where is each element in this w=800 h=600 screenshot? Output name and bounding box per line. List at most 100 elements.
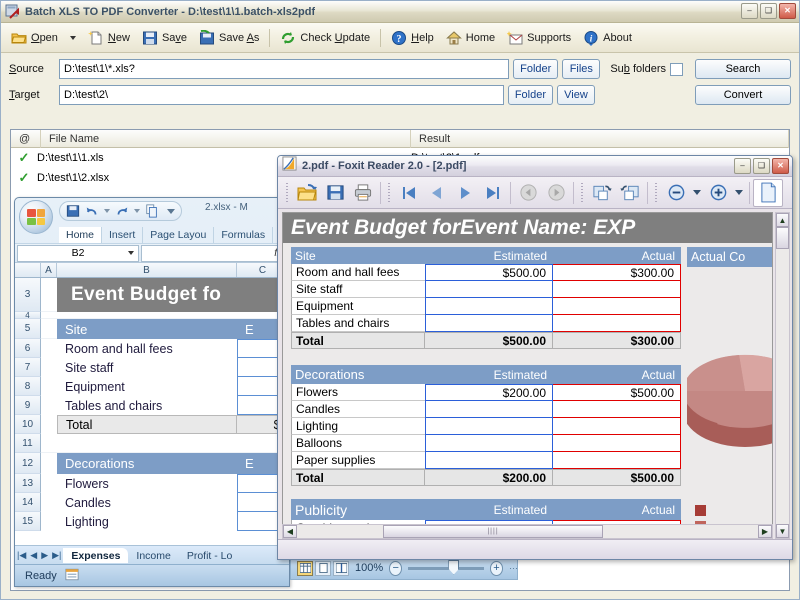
- excel-row[interactable]: 13 Flowers: [15, 474, 289, 493]
- excel-grid[interactable]: A B C 3 Event Budget fo 4 5 Site E 6: [15, 263, 289, 545]
- sheet-tab-profit-loss[interactable]: Profit - Lo: [179, 548, 241, 563]
- previous-sheet-icon[interactable]: ◀: [28, 550, 39, 561]
- search-button[interactable]: Search: [695, 59, 791, 79]
- home-button[interactable]: Home: [440, 26, 501, 50]
- floppy-save-icon[interactable]: [66, 204, 80, 218]
- excel-record-macro-icon[interactable]: [65, 568, 79, 584]
- redo-dropdown-icon[interactable]: [134, 209, 140, 213]
- open-button[interactable]: Open: [5, 26, 82, 50]
- first-sheet-icon[interactable]: |◀: [15, 550, 28, 561]
- excel-row[interactable]: 8 Equipment: [15, 377, 289, 396]
- maximize-button[interactable]: ❑: [760, 3, 777, 19]
- copy-icon[interactable]: [145, 204, 159, 218]
- excel-total-cell[interactable]: Total: [57, 415, 237, 434]
- convert-button[interactable]: Convert: [695, 85, 791, 105]
- row-header[interactable]: 12: [15, 453, 41, 474]
- rotate-counterclockwise-icon[interactable]: [616, 180, 644, 206]
- column-header-filename[interactable]: File Name: [41, 130, 411, 148]
- next-sheet-icon[interactable]: ▶: [39, 550, 50, 561]
- target-view-button[interactable]: View: [557, 85, 595, 105]
- excel-banner-cell[interactable]: Event Budget fo: [57, 278, 289, 312]
- undo-dropdown-icon[interactable]: [104, 209, 110, 213]
- last-page-icon[interactable]: [479, 180, 507, 206]
- subfolders-checkbox[interactable]: [670, 63, 683, 76]
- name-box[interactable]: B2: [17, 245, 139, 262]
- row-header[interactable]: 4: [15, 312, 41, 319]
- excel-item-cell[interactable]: Lighting: [57, 512, 237, 531]
- normal-view-icon[interactable]: [297, 561, 313, 576]
- excel-item-cell[interactable]: Tables and chairs: [57, 396, 237, 415]
- rotate-clockwise-icon[interactable]: [588, 180, 616, 206]
- row-header[interactable]: 5: [15, 319, 41, 339]
- excel-row[interactable]: 7 Site staff: [15, 358, 289, 377]
- excel-row[interactable]: 15 Lighting: [15, 512, 289, 531]
- select-all-corner[interactable]: [15, 263, 41, 277]
- column-header-b[interactable]: B: [57, 263, 237, 277]
- close-button[interactable]: ✕: [779, 3, 796, 19]
- zoom-out-button[interactable]: −: [389, 561, 402, 576]
- excel-row[interactable]: 11: [15, 434, 289, 453]
- page-break-icon[interactable]: [333, 561, 349, 576]
- sheet-tab-expenses[interactable]: Expenses: [63, 548, 128, 563]
- supports-button[interactable]: Supports: [501, 26, 577, 50]
- excel-item-cell[interactable]: Flowers: [57, 474, 237, 493]
- formula-input[interactable]: fx: [141, 245, 287, 262]
- toolbar-grip[interactable]: [285, 183, 290, 203]
- scroll-down-button[interactable]: ▼: [776, 524, 789, 538]
- zoom-in-icon[interactable]: [704, 180, 732, 206]
- folder-open-icon[interactable]: [293, 180, 321, 206]
- foxit-reader-window[interactable]: 2.pdf - Foxit Reader 2.0 - [2.pdf] – ❑ ✕: [277, 155, 793, 560]
- excel-window[interactable]: 2.xlsx - M Home Insert Page Layou Formul…: [14, 197, 290, 587]
- excel-row[interactable]: 6 Room and hall fees: [15, 339, 289, 358]
- minimize-button[interactable]: –: [741, 3, 758, 19]
- scroll-left-button[interactable]: ◀: [283, 525, 297, 538]
- page-layout-icon[interactable]: [315, 561, 331, 576]
- column-header-status[interactable]: @: [11, 130, 41, 148]
- name-box-dropdown-icon[interactable]: [128, 251, 134, 255]
- fit-page-icon[interactable]: [753, 179, 783, 207]
- row-header[interactable]: 15: [15, 512, 41, 531]
- printer-icon[interactable]: [349, 180, 377, 206]
- row-header[interactable]: 11: [15, 434, 41, 453]
- excel-item-cell[interactable]: Equipment: [57, 377, 237, 396]
- vertical-scroll-thumb[interactable]: [776, 227, 789, 249]
- pdf-page-view[interactable]: Event Budget for Event Name : EXP Site E…: [282, 212, 773, 539]
- previous-page-icon[interactable]: [423, 180, 451, 206]
- row-header[interactable]: 14: [15, 493, 41, 512]
- excel-item-cell[interactable]: Site staff: [57, 358, 237, 377]
- tab-home[interactable]: Home: [59, 227, 102, 243]
- zoom-slider[interactable]: [408, 567, 484, 570]
- zoom-slider-thumb[interactable]: [448, 560, 459, 575]
- row-header[interactable]: 10: [15, 415, 41, 434]
- office-orb-icon[interactable]: [19, 200, 53, 234]
- redo-icon[interactable]: [115, 204, 129, 218]
- save-button[interactable]: Save: [136, 26, 193, 50]
- horizontal-scroll-thumb[interactable]: ||||: [383, 525, 603, 538]
- toolbar-grip[interactable]: [580, 183, 585, 203]
- source-folder-button[interactable]: Folder: [513, 59, 558, 79]
- pdf-horizontal-scrollbar[interactable]: ◀ |||| ▶: [282, 524, 773, 539]
- tab-page-layout[interactable]: Page Layou: [143, 227, 214, 243]
- target-folder-button[interactable]: Folder: [508, 85, 553, 105]
- floppy-save-icon[interactable]: [321, 180, 349, 206]
- excel-row[interactable]: 9 Tables and chairs: [15, 396, 289, 415]
- excel-item-cell[interactable]: Candles: [57, 493, 237, 512]
- toolbar-grip[interactable]: [654, 183, 659, 203]
- zoom-in-button[interactable]: +: [490, 561, 503, 576]
- scroll-up-button[interactable]: ▲: [776, 213, 789, 227]
- row-header[interactable]: 9: [15, 396, 41, 415]
- source-files-button[interactable]: Files: [562, 59, 600, 79]
- maximize-button[interactable]: ❑: [753, 158, 770, 174]
- excel-section-cell[interactable]: Site: [57, 319, 237, 339]
- excel-row[interactable]: 12 Decorations E: [15, 453, 289, 474]
- column-header-result[interactable]: Result: [411, 130, 789, 148]
- undo-icon[interactable]: [85, 204, 99, 218]
- excel-section-cell[interactable]: Decorations: [57, 453, 237, 474]
- zoom-in-dropdown-icon[interactable]: [732, 180, 746, 206]
- excel-row[interactable]: 5 Site E: [15, 319, 289, 339]
- excel-item-cell[interactable]: Room and hall fees: [57, 339, 237, 358]
- tab-insert[interactable]: Insert: [102, 227, 143, 243]
- zoom-out-icon[interactable]: [662, 180, 690, 206]
- minimize-button[interactable]: –: [734, 158, 751, 174]
- excel-row[interactable]: 14 Candles: [15, 493, 289, 512]
